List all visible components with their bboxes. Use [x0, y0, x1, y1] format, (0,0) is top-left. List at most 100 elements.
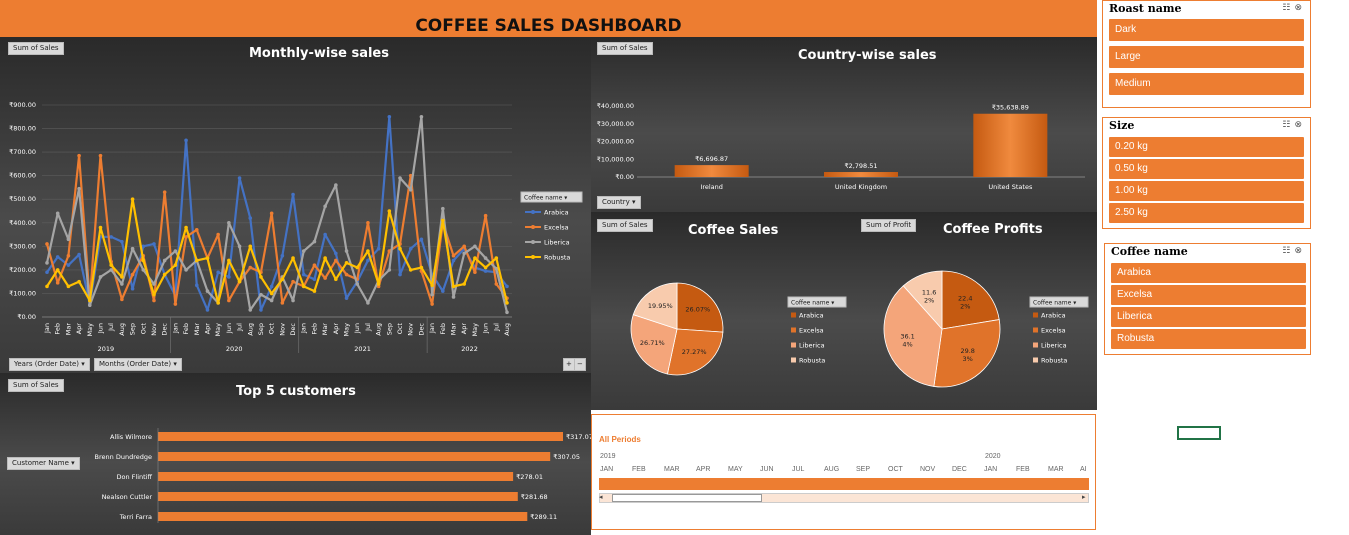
collapse-field-button[interactable]: − — [574, 358, 586, 371]
timeline-scrollbar[interactable] — [599, 493, 1089, 503]
data-point — [227, 275, 231, 279]
y-tick-label: ₹700.00 — [9, 148, 36, 156]
dashboard-title-bar: COFFEE SALES DASHBOARD — [0, 0, 1097, 37]
roast-item-medium[interactable]: Medium — [1109, 73, 1304, 95]
legend-marker — [531, 255, 535, 259]
customer-label: Brenn Dundredge — [95, 453, 152, 461]
timeline-month[interactable]: MAR — [664, 466, 680, 473]
x-tick-label: Nov — [407, 323, 415, 336]
country-filter-label: Country — [602, 198, 630, 206]
x-tick-label: Sep — [257, 323, 265, 335]
customer-data-label: ₹317.07 — [566, 433, 591, 441]
months-filter-button[interactable]: Months (Order Date) ▾ — [94, 358, 182, 371]
customer-label: Terri Farra — [119, 513, 152, 521]
x-tick-label: Mar — [321, 323, 329, 336]
data-point — [269, 211, 274, 216]
data-point — [419, 265, 424, 270]
order-date-timeline[interactable]: All Periods 2019 2020 JAN FEB MAR APR MAY JUN… — [591, 414, 1096, 530]
timeline-scroll-thumb[interactable] — [612, 494, 762, 502]
timeline-month[interactable]: APR — [696, 466, 710, 473]
timeline-month[interactable]: DEC — [952, 466, 967, 473]
clear-filter-icon[interactable]: ⊗ — [1294, 2, 1306, 12]
multiselect-icon[interactable]: ☷ — [1282, 119, 1294, 129]
coffee-item-liberica[interactable]: Liberica — [1111, 307, 1306, 327]
data-point — [483, 213, 488, 218]
size-item-2-50[interactable]: 2.50 kg — [1109, 203, 1304, 223]
data-point — [173, 249, 178, 253]
timeline-month[interactable]: SEP — [856, 466, 870, 473]
timeline-month[interactable]: JAN — [600, 466, 613, 473]
roast-item-dark[interactable]: Dark — [1109, 19, 1304, 41]
legend-label: Robusta — [799, 357, 825, 365]
timeline-scroll-right-icon[interactable]: ▸ — [1082, 493, 1086, 501]
pie-data-label: 11.6 — [922, 288, 936, 296]
data-point — [366, 220, 370, 225]
dashboard-title: COFFEE SALES DASHBOARD — [415, 15, 682, 36]
sales-pie-chart: 26.07% 27.27% 26.71% 19.95% Coffee name ▾ Ara… — [630, 282, 847, 376]
timeline-month[interactable]: JAN — [984, 466, 997, 473]
data-point — [259, 308, 263, 312]
country-filter-button[interactable]: Country ▾ — [597, 196, 641, 209]
multiselect-icon[interactable]: ☷ — [1282, 245, 1294, 255]
data-point — [312, 239, 317, 244]
timeline-month[interactable]: AI — [1080, 466, 1087, 473]
timeline-month[interactable]: MAR — [1048, 466, 1064, 473]
x-tick-label: Oct — [139, 323, 147, 335]
legend-marker — [531, 225, 535, 229]
data-point — [194, 283, 199, 287]
timeline-month[interactable]: OCT — [888, 466, 903, 473]
clear-filter-icon[interactable]: ⊗ — [1294, 119, 1306, 129]
data-point — [323, 204, 327, 209]
timeline-month[interactable]: MAY — [728, 466, 743, 473]
x-tick-label: Jan — [43, 323, 51, 334]
data-point — [451, 253, 456, 258]
data-point — [280, 301, 285, 305]
multiselect-icon[interactable]: ☷ — [1282, 2, 1294, 12]
data-point — [505, 301, 509, 305]
y-tick-label: ₹20,000.00 — [597, 138, 634, 146]
x-tick-label: Jul — [107, 323, 115, 332]
roast-item-large[interactable]: Large — [1109, 46, 1304, 68]
coffee-item-arabica[interactable]: Arabica — [1111, 263, 1306, 283]
timeline-all-periods[interactable]: All Periods — [599, 435, 641, 444]
active-cell[interactable] — [1177, 426, 1221, 440]
data-point — [291, 279, 295, 284]
customer-label: Don Flintiff — [117, 473, 153, 481]
coffee-item-robusta[interactable]: Robusta — [1111, 329, 1306, 349]
size-item-0-50[interactable]: 0.50 kg — [1109, 159, 1304, 179]
timeline-selection-bar[interactable] — [599, 478, 1089, 490]
timeline-month[interactable]: JUL — [792, 466, 804, 473]
size-item-0-20[interactable]: 0.20 kg — [1109, 137, 1304, 157]
x-tick-label: Aug — [503, 323, 511, 336]
pie-data-label: 22.4 — [958, 295, 972, 303]
y-tick-label: ₹900.00 — [9, 101, 36, 109]
x-tick-label: Jun — [353, 323, 361, 334]
sales-pie-panel: Sum of Sales Coffee Sales 26.07% 27.27% 26… — [591, 212, 851, 410]
data-point — [184, 268, 188, 272]
x-tick-label: Apr — [203, 323, 211, 335]
data-point — [141, 258, 146, 263]
x-tick-label: Mar — [193, 323, 201, 336]
years-filter-button[interactable]: Years (Order Date) ▾ — [9, 358, 90, 371]
pie-data-label: 2% — [924, 296, 934, 304]
x-tick-label: Aug — [246, 323, 254, 336]
data-point — [291, 298, 295, 303]
legend-swatch — [791, 327, 796, 333]
x-tick-label: Jun — [225, 323, 233, 334]
timeline-scroll-left-icon[interactable]: ◂ — [599, 493, 603, 501]
timeline-month[interactable]: NOV — [920, 466, 935, 473]
timeline-month[interactable]: FEB — [632, 466, 646, 473]
roast-slicer-title: Roast name — [1109, 2, 1182, 15]
data-point — [323, 256, 327, 260]
size-item-1-00[interactable]: 1.00 kg — [1109, 181, 1304, 201]
coffee-item-excelsa[interactable]: Excelsa — [1111, 285, 1306, 305]
months-filter-label: Months (Order Date) — [99, 360, 172, 368]
data-point — [130, 246, 135, 251]
data-point — [387, 268, 392, 272]
timeline-month[interactable]: JUN — [760, 466, 774, 473]
timeline-month[interactable]: FEB — [1016, 466, 1030, 473]
country-bar-united-kingdom — [824, 172, 898, 177]
data-point — [66, 253, 71, 258]
clear-filter-icon[interactable]: ⊗ — [1294, 245, 1306, 255]
timeline-month[interactable]: AUG — [824, 466, 839, 473]
